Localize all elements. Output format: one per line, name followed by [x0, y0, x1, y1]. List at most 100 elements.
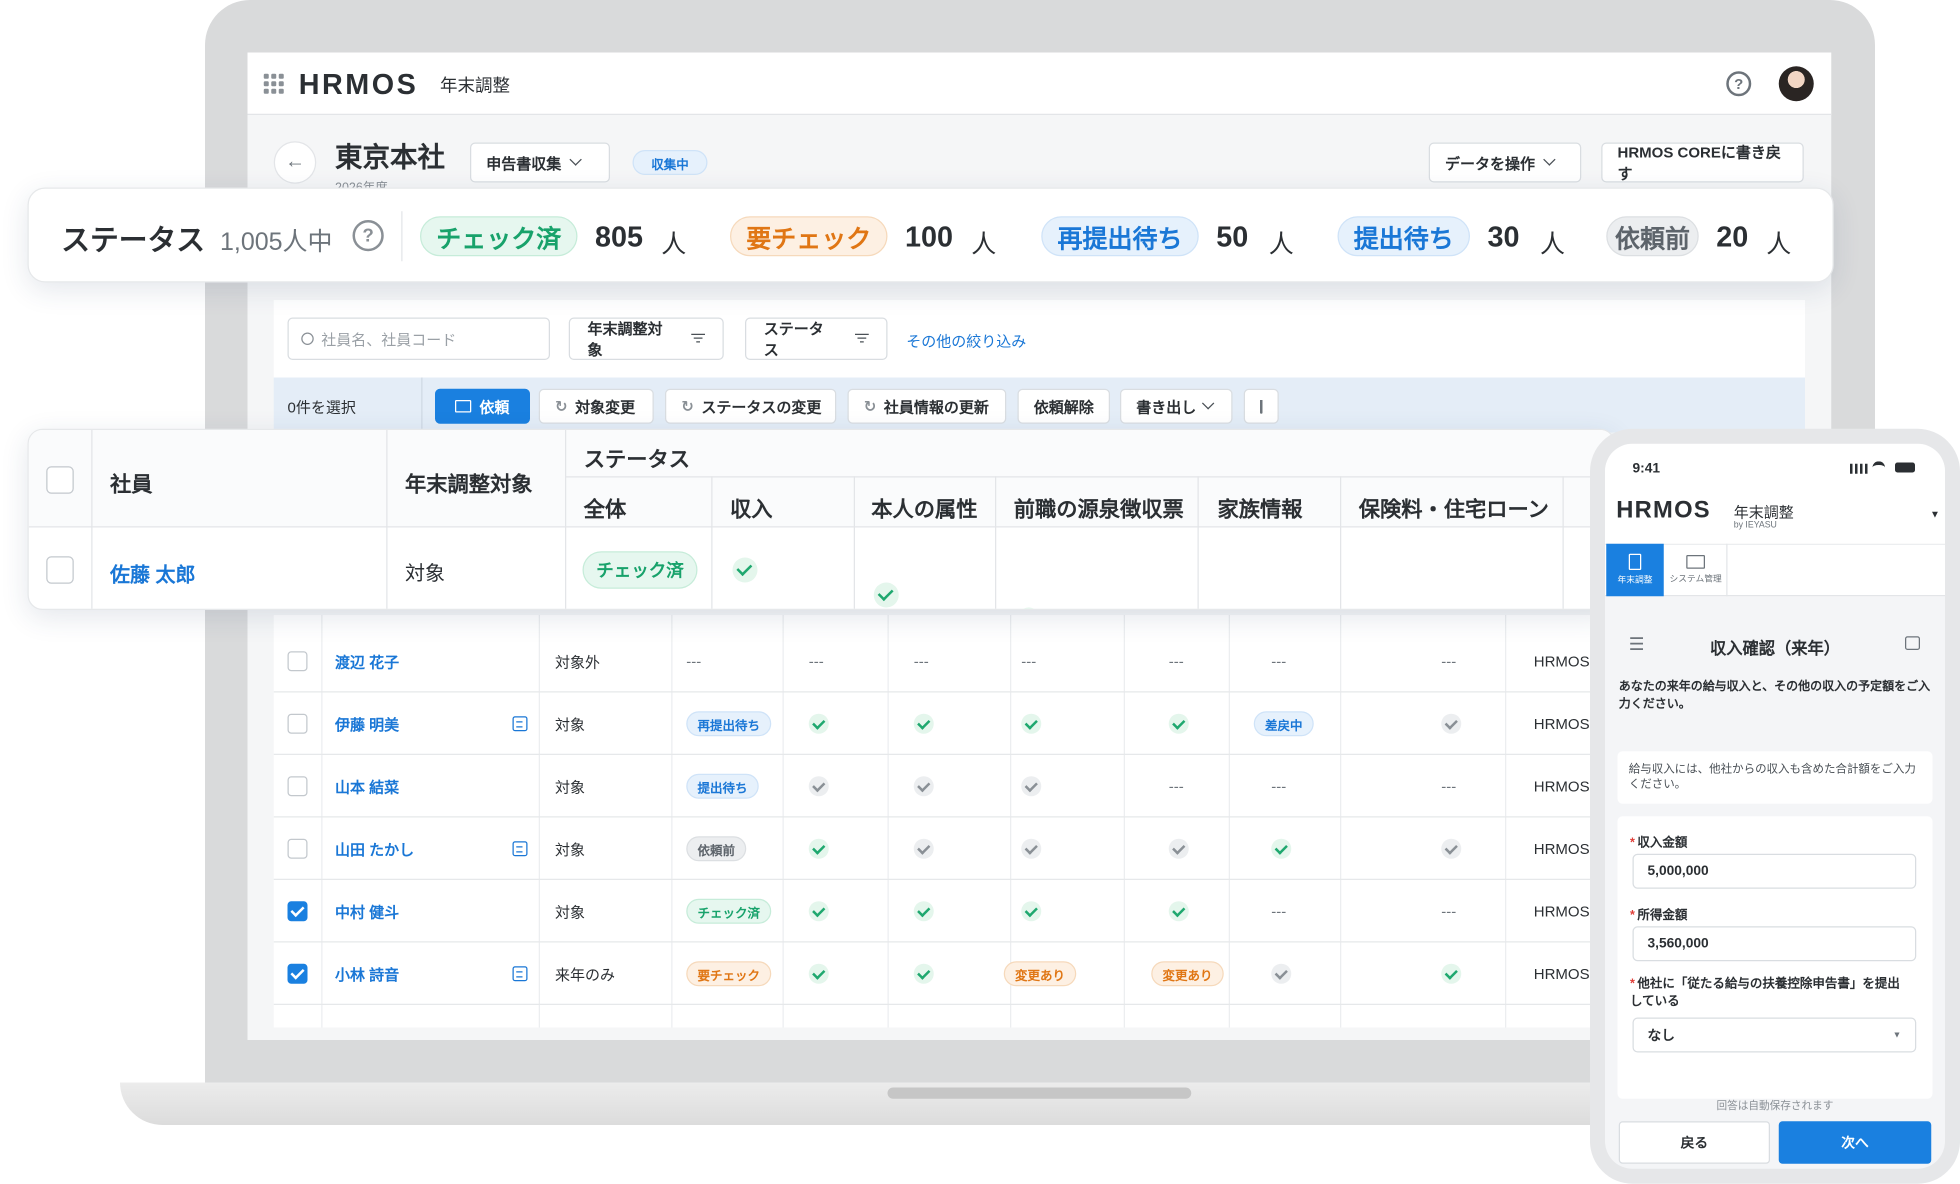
menu-icon[interactable]: ☰	[1629, 634, 1645, 655]
phone-byline: by IEYASU	[1733, 521, 1777, 530]
check-pending-icon	[913, 838, 934, 859]
table-row[interactable]: 小林 詩音 来年のみ 要チェック 変更あり 変更あり HRMOS	[273, 943, 1805, 1006]
back-arrow-icon[interactable]: ←	[273, 141, 317, 184]
status-col-cell: ---	[1441, 755, 1456, 818]
change-status-button[interactable]: ↻ ステータスの変更	[665, 388, 837, 424]
more-filters-link[interactable]: その他の絞り込み	[906, 330, 1026, 351]
select-all-checkbox[interactable]	[46, 466, 74, 494]
comment-icon[interactable]	[1905, 636, 1920, 650]
data-ops-button[interactable]: データを操作	[1428, 142, 1582, 183]
change-target-button[interactable]: ↻ 対象変更	[538, 388, 654, 424]
table-row[interactable]: 渡辺 花子 対象外 --- --- --- --- --- --- --- HRMOS	[273, 630, 1805, 693]
row-checkbox[interactable]	[46, 556, 74, 584]
back-button[interactable]: 戻る	[1618, 1121, 1770, 1164]
row-checkbox[interactable]	[287, 838, 308, 859]
status-unit-3: 人	[1540, 231, 1565, 259]
column-divider	[853, 476, 855, 609]
write-back-button[interactable]: HRMOS COREに書き戻す	[1601, 142, 1804, 183]
search-input[interactable]: 社員名、社員コード	[287, 317, 550, 360]
laptop-notch	[887, 1087, 1192, 1099]
logo: HRMOS	[298, 67, 419, 101]
empty-value: ---	[1441, 777, 1457, 796]
row-checkbox-cell	[287, 818, 308, 881]
earnings-field[interactable]: 3,560,000	[1632, 926, 1917, 962]
check-pending-icon	[1441, 713, 1462, 734]
employee-name-link[interactable]: 山本 結菜	[335, 755, 399, 818]
status-unit-1: 人	[971, 231, 997, 259]
memo-icon[interactable]	[512, 716, 528, 732]
autosave-note: 回答は自動保存されます	[1716, 1098, 1834, 1112]
declaration-label: * 他社に「従たる給与の扶養控除申告書」を提出している	[1630, 977, 1900, 1009]
caret-down-icon[interactable]: ▼	[1930, 509, 1940, 520]
header-insurance: 保険料・住宅ローン	[1358, 497, 1549, 522]
cancel-request-button[interactable]: 依頼解除	[1017, 388, 1110, 424]
table-row[interactable]: 山田 たかし 対象 依頼前 HRMOS	[273, 818, 1805, 881]
chevron-down-icon	[569, 152, 582, 166]
status-col-cell	[913, 818, 934, 881]
row-checkbox-cell	[287, 755, 308, 818]
income-field[interactable]: 5,000,000	[1632, 853, 1917, 889]
refresh-icon: ↻	[555, 397, 568, 416]
check-icon	[808, 838, 829, 859]
help-icon[interactable]: ?	[352, 220, 384, 252]
employee-table: 渡辺 花子 対象外 --- --- --- --- --- --- --- HRMOS 伊藤 明美対…	[273, 615, 1805, 1028]
target-filter-button[interactable]: 年末調整対象	[568, 317, 724, 360]
check-pending-icon	[1021, 776, 1042, 797]
table-row[interactable]: 中村 健斗 対象 チェック済 --- --- HRMOS	[273, 880, 1805, 943]
phone-time: 9:41	[1632, 461, 1661, 477]
status-col-cell: ---	[1021, 630, 1036, 693]
status-col-cell	[1021, 818, 1042, 881]
next-button[interactable]: 次へ	[1778, 1121, 1932, 1164]
request-button[interactable]: 依頼	[435, 388, 530, 424]
row-checkbox[interactable]	[287, 776, 308, 797]
employee-name-link[interactable]: 佐藤 太郎	[110, 558, 196, 588]
export-button[interactable]: 書き出し	[1120, 388, 1233, 424]
status-pill-4[interactable]: 依頼前	[1606, 216, 1699, 257]
app-header: HRMOS 年末調整 ?	[247, 52, 1832, 115]
status-col-cell	[1021, 880, 1042, 943]
tab-system[interactable]: システム管理	[1665, 543, 1728, 597]
status-pill-2[interactable]: 再提出待ち	[1041, 216, 1199, 257]
action-bar: 0件を選択 依頼 ↻ 対象変更 ↻ ステータスの変更 ↻ 社員情報の更新 依頼解除 書…	[273, 377, 1805, 433]
tab-year-end-label: 年末調整	[1617, 576, 1653, 585]
tab-year-end[interactable]: 年末調整	[1606, 543, 1664, 597]
monitor-icon	[1686, 555, 1705, 569]
employee-name-link[interactable]: 小林 詩音	[335, 943, 399, 1006]
table-row[interactable]: 伊藤 明美 対象 再提出待ち 差戻中 HRMOS	[273, 693, 1805, 756]
status-unit-0: 人	[661, 231, 687, 259]
status-pill-0[interactable]: チェック済	[420, 216, 578, 257]
status-col-cell: ---	[1271, 755, 1286, 818]
status-pill-3[interactable]: 提出待ち	[1337, 216, 1470, 257]
employee-name-link[interactable]: 山田 たかし	[335, 818, 414, 881]
update-info-button[interactable]: ↻ 社員情報の更新	[847, 388, 1007, 424]
memo-icon[interactable]	[512, 841, 528, 857]
app-grid-icon[interactable]	[263, 73, 284, 94]
row-checkbox[interactable]	[287, 651, 308, 672]
phone-screen: 9:41 HRMOS 年末調整 by IEYASU ▼ 年末調整 システム管理 …	[1605, 443, 1945, 1169]
declaration-select[interactable]: なし ▼	[1632, 1017, 1917, 1053]
employee-name-link[interactable]: 渡辺 花子	[335, 630, 399, 693]
employee-name-link[interactable]: 中村 健斗	[335, 880, 399, 943]
intro-text: あなたの来年の給与収入と、その他の収入の予定額をご入力ください。	[1618, 680, 1931, 712]
help-icon[interactable]: ?	[1726, 71, 1752, 97]
collection-status-badge: 収集中	[632, 150, 708, 175]
collection-select[interactable]: 申告書収集	[470, 142, 610, 183]
status-filter-button[interactable]: ステータス	[745, 317, 888, 360]
filter-icon	[855, 333, 869, 344]
search-placeholder: 社員名、社員コード	[321, 330, 457, 349]
status-filter-label: ステータス	[763, 320, 824, 359]
table-row[interactable]: 山本 結菜 対象 提出待ち --- --- --- HRMOS	[273, 755, 1805, 818]
employee-name-link[interactable]: 伊藤 明美	[335, 693, 399, 756]
row-checkbox[interactable]	[287, 713, 308, 734]
status-col-cell: ---	[1169, 755, 1184, 818]
row-checkbox[interactable]	[287, 963, 308, 984]
status-pill-1[interactable]: 要チェック	[730, 216, 888, 257]
status-cell: 提出待ち	[686, 755, 759, 818]
avatar[interactable]	[1778, 66, 1814, 102]
status-col-cell	[1441, 943, 1462, 1006]
status-badge: 提出待ち	[686, 773, 759, 799]
memo-icon[interactable]	[512, 966, 528, 982]
trash-button[interactable]	[1243, 388, 1279, 424]
row-checkbox[interactable]	[287, 901, 308, 922]
row-checkbox-cell	[287, 943, 308, 1006]
